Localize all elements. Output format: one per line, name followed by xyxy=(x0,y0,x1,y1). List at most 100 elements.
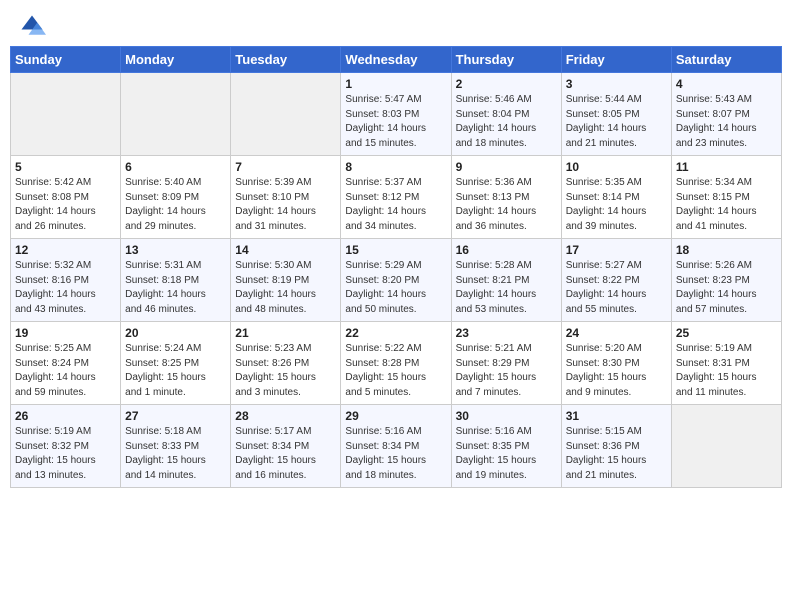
day-number: 17 xyxy=(566,243,667,257)
calendar-table: SundayMondayTuesdayWednesdayThursdayFrid… xyxy=(10,46,782,488)
calendar-week-1: 5 Sunrise: 5:42 AM Sunset: 8:08 PM Daylig… xyxy=(11,156,782,239)
calendar-cell: 31 Sunrise: 5:15 AM Sunset: 8:36 PM Dayli… xyxy=(561,405,671,488)
day-info: Sunrise: 5:26 AM Sunset: 8:23 PM Dayligh… xyxy=(676,259,777,317)
day-info: Sunrise: 5:47 AM Sunset: 8:03 PM Dayligh… xyxy=(345,93,446,151)
calendar-cell: 1 Sunrise: 5:47 AM Sunset: 8:03 PM Daylig… xyxy=(341,73,451,156)
day-number: 8 xyxy=(345,160,446,174)
day-number: 29 xyxy=(345,409,446,423)
calendar-cell: 17 Sunrise: 5:27 AM Sunset: 8:22 PM Dayli… xyxy=(561,239,671,322)
calendar-cell: 8 Sunrise: 5:37 AM Sunset: 8:12 PM Daylig… xyxy=(341,156,451,239)
day-number: 20 xyxy=(125,326,226,340)
calendar-cell xyxy=(121,73,231,156)
day-number: 1 xyxy=(345,77,446,91)
day-number: 16 xyxy=(456,243,557,257)
day-info: Sunrise: 5:16 AM Sunset: 8:34 PM Dayligh… xyxy=(345,425,446,483)
day-info: Sunrise: 5:22 AM Sunset: 8:28 PM Dayligh… xyxy=(345,342,446,400)
day-info: Sunrise: 5:21 AM Sunset: 8:29 PM Dayligh… xyxy=(456,342,557,400)
day-number: 26 xyxy=(15,409,116,423)
day-number: 13 xyxy=(125,243,226,257)
weekday-header-wednesday: Wednesday xyxy=(341,47,451,73)
day-info: Sunrise: 5:31 AM Sunset: 8:18 PM Dayligh… xyxy=(125,259,226,317)
calendar-cell: 12Sunrise: 5:32 AM Sunset: 8:16 PM Dayli… xyxy=(11,239,121,322)
day-info: Sunrise: 5:40 AM Sunset: 8:09 PM Dayligh… xyxy=(125,176,226,234)
calendar-cell: 20 Sunrise: 5:24 AM Sunset: 8:25 PM Dayli… xyxy=(121,322,231,405)
logo xyxy=(18,12,50,40)
calendar-cell: 22 Sunrise: 5:22 AM Sunset: 8:28 PM Dayli… xyxy=(341,322,451,405)
day-info: Sunrise: 5:24 AM Sunset: 8:25 PM Dayligh… xyxy=(125,342,226,400)
day-info: Sunrise: 5:28 AM Sunset: 8:21 PM Dayligh… xyxy=(456,259,557,317)
calendar-cell: 5 Sunrise: 5:42 AM Sunset: 8:08 PM Daylig… xyxy=(11,156,121,239)
day-number: 3 xyxy=(566,77,667,91)
day-number: 9 xyxy=(456,160,557,174)
day-number: 4 xyxy=(676,77,777,91)
calendar-cell: 6 Sunrise: 5:40 AM Sunset: 8:09 PM Daylig… xyxy=(121,156,231,239)
day-number: 18 xyxy=(676,243,777,257)
weekday-header-thursday: Thursday xyxy=(451,47,561,73)
day-number: 23 xyxy=(456,326,557,340)
day-number: 31 xyxy=(566,409,667,423)
calendar-cell: 18 Sunrise: 5:26 AM Sunset: 8:23 PM Dayli… xyxy=(671,239,781,322)
calendar-cell: 3 Sunrise: 5:44 AM Sunset: 8:05 PM Daylig… xyxy=(561,73,671,156)
calendar-cell: 14 Sunrise: 5:30 AM Sunset: 8:19 PM Dayli… xyxy=(231,239,341,322)
weekday-header-friday: Friday xyxy=(561,47,671,73)
calendar-cell: 29 Sunrise: 5:16 AM Sunset: 8:34 PM Dayli… xyxy=(341,405,451,488)
day-info: Sunrise: 5:27 AM Sunset: 8:22 PM Dayligh… xyxy=(566,259,667,317)
calendar-cell: 9 Sunrise: 5:36 AM Sunset: 8:13 PM Daylig… xyxy=(451,156,561,239)
calendar-cell: 16 Sunrise: 5:28 AM Sunset: 8:21 PM Dayli… xyxy=(451,239,561,322)
day-number: 28 xyxy=(235,409,336,423)
calendar-cell: 13 Sunrise: 5:31 AM Sunset: 8:18 PM Dayli… xyxy=(121,239,231,322)
day-number: 11 xyxy=(676,160,777,174)
day-number: 21 xyxy=(235,326,336,340)
day-info: Sunrise: 5:32 AM Sunset: 8:16 PM Dayligh… xyxy=(15,259,116,317)
day-info: Sunrise: 5:25 AM Sunset: 8:24 PM Dayligh… xyxy=(15,342,116,400)
calendar-week-2: 12Sunrise: 5:32 AM Sunset: 8:16 PM Dayli… xyxy=(11,239,782,322)
page-header xyxy=(0,0,792,46)
day-number: 5 xyxy=(15,160,116,174)
day-info: Sunrise: 5:17 AM Sunset: 8:34 PM Dayligh… xyxy=(235,425,336,483)
calendar-cell: 10 Sunrise: 5:35 AM Sunset: 8:14 PM Dayli… xyxy=(561,156,671,239)
day-info: Sunrise: 5:30 AM Sunset: 8:19 PM Dayligh… xyxy=(235,259,336,317)
calendar-cell: 4 Sunrise: 5:43 AM Sunset: 8:07 PM Daylig… xyxy=(671,73,781,156)
day-number: 19 xyxy=(15,326,116,340)
weekday-header-row: SundayMondayTuesdayWednesdayThursdayFrid… xyxy=(11,47,782,73)
day-info: Sunrise: 5:43 AM Sunset: 8:07 PM Dayligh… xyxy=(676,93,777,151)
calendar-cell: 30Sunrise: 5:16 AM Sunset: 8:35 PM Dayli… xyxy=(451,405,561,488)
calendar-cell xyxy=(671,405,781,488)
day-info: Sunrise: 5:46 AM Sunset: 8:04 PM Dayligh… xyxy=(456,93,557,151)
calendar-cell: 7 Sunrise: 5:39 AM Sunset: 8:10 PM Daylig… xyxy=(231,156,341,239)
calendar-cell: 11Sunrise: 5:34 AM Sunset: 8:15 PM Dayli… xyxy=(671,156,781,239)
day-info: Sunrise: 5:20 AM Sunset: 8:30 PM Dayligh… xyxy=(566,342,667,400)
day-number: 6 xyxy=(125,160,226,174)
calendar-cell: 15 Sunrise: 5:29 AM Sunset: 8:20 PM Dayli… xyxy=(341,239,451,322)
day-info: Sunrise: 5:42 AM Sunset: 8:08 PM Dayligh… xyxy=(15,176,116,234)
day-info: Sunrise: 5:23 AM Sunset: 8:26 PM Dayligh… xyxy=(235,342,336,400)
calendar-week-4: 26Sunrise: 5:19 AM Sunset: 8:32 PM Dayli… xyxy=(11,405,782,488)
calendar-cell: 19 Sunrise: 5:25 AM Sunset: 8:24 PM Dayli… xyxy=(11,322,121,405)
day-number: 15 xyxy=(345,243,446,257)
calendar-cell: 26Sunrise: 5:19 AM Sunset: 8:32 PM Dayli… xyxy=(11,405,121,488)
calendar-week-0: 1 Sunrise: 5:47 AM Sunset: 8:03 PM Daylig… xyxy=(11,73,782,156)
day-number: 22 xyxy=(345,326,446,340)
day-number: 24 xyxy=(566,326,667,340)
weekday-header-monday: Monday xyxy=(121,47,231,73)
day-info: Sunrise: 5:37 AM Sunset: 8:12 PM Dayligh… xyxy=(345,176,446,234)
day-info: Sunrise: 5:18 AM Sunset: 8:33 PM Dayligh… xyxy=(125,425,226,483)
day-info: Sunrise: 5:29 AM Sunset: 8:20 PM Dayligh… xyxy=(345,259,446,317)
calendar-cell: 27 Sunrise: 5:18 AM Sunset: 8:33 PM Dayli… xyxy=(121,405,231,488)
day-number: 7 xyxy=(235,160,336,174)
day-number: 27 xyxy=(125,409,226,423)
weekday-header-tuesday: Tuesday xyxy=(231,47,341,73)
calendar-cell: 25Sunrise: 5:19 AM Sunset: 8:31 PM Dayli… xyxy=(671,322,781,405)
calendar-cell xyxy=(231,73,341,156)
day-number: 14 xyxy=(235,243,336,257)
weekday-header-sunday: Sunday xyxy=(11,47,121,73)
day-info: Sunrise: 5:15 AM Sunset: 8:36 PM Dayligh… xyxy=(566,425,667,483)
day-number: 10 xyxy=(566,160,667,174)
calendar-cell xyxy=(11,73,121,156)
weekday-header-saturday: Saturday xyxy=(671,47,781,73)
day-number: 30 xyxy=(456,409,557,423)
day-info: Sunrise: 5:39 AM Sunset: 8:10 PM Dayligh… xyxy=(235,176,336,234)
day-info: Sunrise: 5:36 AM Sunset: 8:13 PM Dayligh… xyxy=(456,176,557,234)
day-info: Sunrise: 5:35 AM Sunset: 8:14 PM Dayligh… xyxy=(566,176,667,234)
day-info: Sunrise: 5:44 AM Sunset: 8:05 PM Dayligh… xyxy=(566,93,667,151)
